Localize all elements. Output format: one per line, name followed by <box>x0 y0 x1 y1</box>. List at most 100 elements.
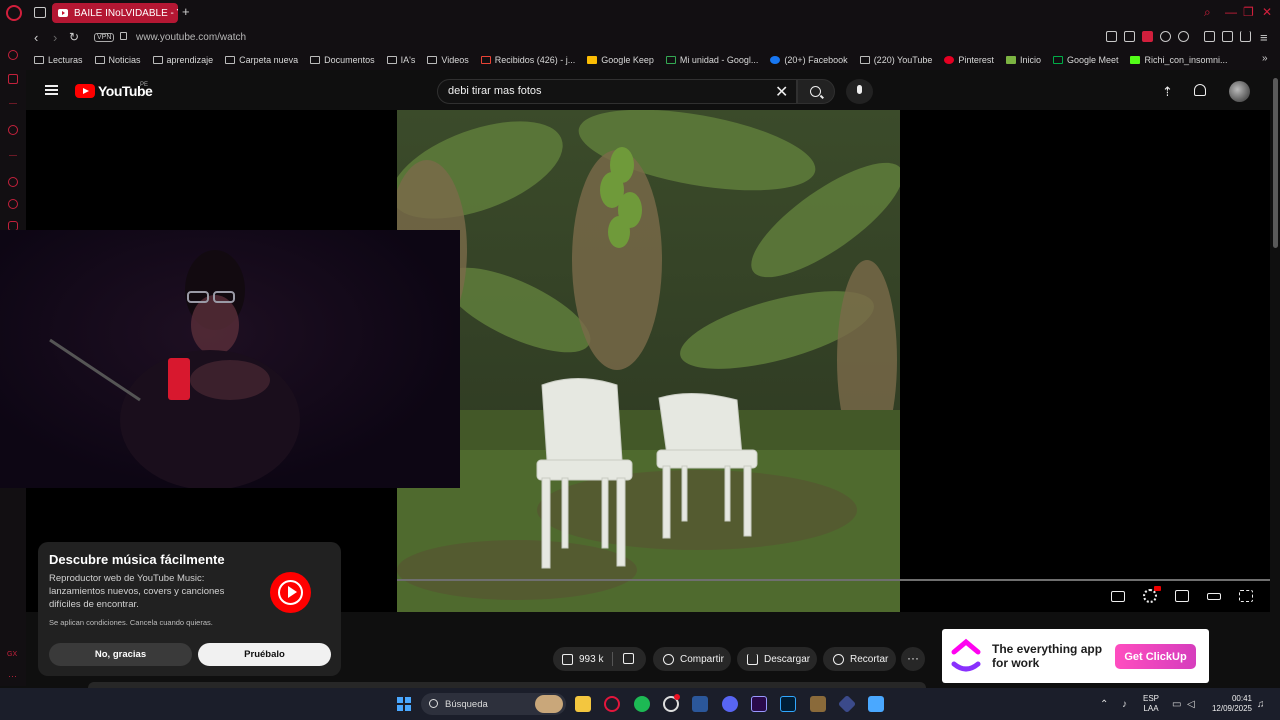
theater-mode-icon[interactable] <box>1207 593 1221 600</box>
url-field[interactable]: www.youtube.com/watch <box>136 32 246 43</box>
forward-icon[interactable]: › <box>53 30 57 45</box>
game-app-icon[interactable] <box>810 696 826 712</box>
extensions-icon[interactable] <box>1204 31 1215 42</box>
video-frame[interactable] <box>397 110 900 612</box>
sidebar-more-icon[interactable]: ··· <box>8 671 17 681</box>
browser-tab-active[interactable]: BAILE INoLVIDABLE - You <box>52 3 178 23</box>
easy-setup-icon[interactable]: ≡ <box>1260 30 1268 45</box>
page-icon <box>859 56 870 64</box>
word-icon[interactable] <box>692 696 708 712</box>
voice-search-icon[interactable] <box>846 79 873 104</box>
youtube-music-logo-icon <box>270 572 311 613</box>
bookmark-item[interactable]: IA's <box>386 55 415 65</box>
tab-search-icon[interactable]: ⌕ <box>1204 5 1211 20</box>
vpn-badge[interactable]: VPN <box>94 33 115 42</box>
discord-icon[interactable] <box>722 696 738 712</box>
bookmark-item[interactable]: (20+) Facebook <box>770 55 848 65</box>
photos-icon[interactable] <box>868 696 884 712</box>
bookmark-item[interactable]: Documentos <box>310 55 375 65</box>
miniplayer-icon[interactable] <box>1175 590 1189 602</box>
popup-body: Reproductor web de YouTube Music: lanzam… <box>49 573 225 610</box>
pinterest-icon <box>944 56 955 64</box>
bookmark-item[interactable]: Google Meet <box>1052 55 1118 65</box>
download-icon[interactable] <box>1240 31 1251 42</box>
bookmark-icon[interactable] <box>1106 31 1117 42</box>
clickup-logo-icon <box>951 638 981 672</box>
close-window-icon[interactable]: ✕ <box>1262 5 1272 19</box>
opera-gx-icon[interactable] <box>604 696 620 712</box>
reload-icon[interactable]: ↻ <box>69 30 79 44</box>
snapshot-icon[interactable] <box>1124 31 1135 42</box>
tab-switcher-icon[interactable] <box>34 7 46 18</box>
opera-menu-icon[interactable] <box>6 5 22 21</box>
facebook-icon <box>770 56 781 64</box>
bookmark-item[interactable]: Google Keep <box>587 55 654 65</box>
bookmark-item[interactable]: Richi_con_insomni... <box>1130 55 1228 65</box>
bookmark-item[interactable]: Lecturas <box>34 55 83 65</box>
create-upload-icon[interactable]: ⇡ <box>1162 84 1173 100</box>
progress-bar[interactable] <box>397 579 1270 581</box>
dismiss-button[interactable]: No, gracias <box>49 643 192 666</box>
youtube-logo-icon[interactable] <box>75 84 95 98</box>
more-actions-button[interactable]: ··· <box>901 647 925 671</box>
avatar[interactable] <box>1229 81 1250 102</box>
bookmark-item[interactable]: aprendizaje <box>152 55 213 65</box>
messenger-icon[interactable] <box>8 177 18 187</box>
whatsapp-icon[interactable] <box>8 199 18 209</box>
search-button[interactable] <box>797 79 835 104</box>
clear-search-icon[interactable]: ✕ <box>775 82 788 102</box>
bookmark-item[interactable]: Carpeta nueva <box>225 55 298 65</box>
file-explorer-icon[interactable] <box>575 696 591 712</box>
settings-gear-icon[interactable] <box>1143 589 1157 603</box>
scrollbar-thumb[interactable] <box>1273 78 1278 248</box>
hamburger-menu-icon[interactable] <box>45 85 58 95</box>
bookmark-item[interactable]: Mi unidad - Googl... <box>665 55 758 65</box>
search-query[interactable]: debi tirar mas fotos <box>448 85 542 97</box>
subtitles-icon[interactable] <box>1111 591 1125 602</box>
bookmarks-overflow-icon[interactable]: » <box>1262 53 1268 64</box>
shopping-icon[interactable] <box>8 74 18 84</box>
heart-icon[interactable] <box>1178 31 1189 42</box>
photoshop-icon[interactable] <box>780 696 796 712</box>
network-icon[interactable]: ▭ <box>1172 699 1181 710</box>
volume-icon[interactable]: ◁ <box>1187 699 1195 710</box>
bookmark-item[interactable]: Noticias <box>94 55 141 65</box>
lock-icon[interactable] <box>120 32 127 40</box>
clip-button[interactable]: Recortar <box>823 647 896 671</box>
bookmark-item[interactable]: Videos <box>427 55 469 65</box>
bookmark-item[interactable]: Recibidos (426) - j... <box>480 55 575 65</box>
tray-overflow-icon[interactable]: ⌃ <box>1100 699 1108 710</box>
ad-cta-button[interactable]: Get ClickUp <box>1115 644 1196 669</box>
aria-icon[interactable] <box>8 50 18 60</box>
back-icon[interactable]: ‹ <box>34 30 38 45</box>
wallet-icon[interactable] <box>1222 31 1233 42</box>
bookmark-item[interactable]: Inicio <box>1005 55 1041 65</box>
restore-icon[interactable]: ❐ <box>1243 5 1254 19</box>
microphone-icon[interactable]: ♪ <box>1122 699 1127 710</box>
new-tab-button[interactable]: + <box>182 4 190 19</box>
windows-start-icon[interactable] <box>397 697 411 711</box>
opera-shield-icon[interactable] <box>1142 31 1153 42</box>
language-indicator[interactable]: ESP LAA <box>1143 694 1159 714</box>
like-dislike-pill[interactable]: 993 k <box>553 647 646 671</box>
play-icon[interactable] <box>1160 31 1171 42</box>
notifications-bell-icon[interactable] <box>1194 84 1206 96</box>
download-label: Descargar <box>764 653 811 665</box>
bookmark-item[interactable]: Pinterest <box>944 55 994 65</box>
try-button[interactable]: Pruébalo <box>198 643 331 666</box>
thumbs-down-icon[interactable] <box>623 653 634 664</box>
minimize-icon[interactable]: — <box>1225 5 1237 19</box>
download-button[interactable]: Descargar <box>737 647 817 671</box>
clock[interactable]: 00:41 12/09/2025 <box>1208 694 1252 714</box>
music-icon[interactable] <box>8 125 18 135</box>
thumbs-up-icon[interactable] <box>562 653 573 665</box>
gx-icon[interactable]: GX <box>7 651 17 658</box>
search-highlight-icon[interactable] <box>535 695 563 713</box>
spotify-icon[interactable] <box>634 696 650 712</box>
ad-headline: The everything app for work <box>992 642 1103 670</box>
share-button[interactable]: Compartir <box>653 647 731 671</box>
fullscreen-icon[interactable] <box>1239 590 1253 602</box>
notification-bell-icon[interactable]: ♫ <box>1257 699 1265 710</box>
bookmark-item[interactable]: (220) YouTube <box>859 55 932 65</box>
premiere-icon[interactable] <box>751 696 767 712</box>
